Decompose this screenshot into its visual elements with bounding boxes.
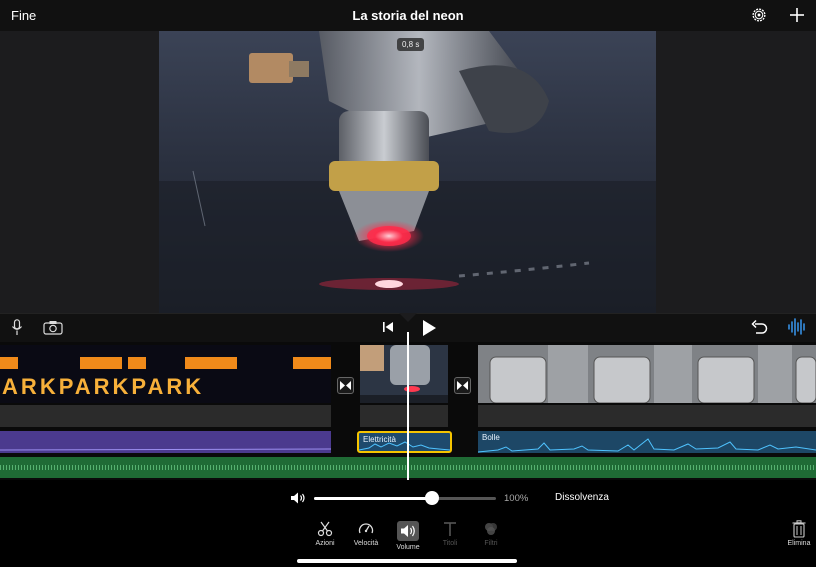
time-badge: 0,8 s: [397, 38, 425, 51]
video-clip-machines[interactable]: [478, 345, 816, 403]
home-indicator: [297, 559, 517, 563]
gear-icon[interactable]: [750, 6, 768, 24]
viewer: [0, 31, 816, 313]
playhead[interactable]: [407, 332, 409, 480]
project-title: La storia del neon: [352, 8, 464, 23]
volume-percent: 100%: [504, 493, 529, 504]
video-clip-park[interactable]: PARKPARKPARK: [0, 345, 331, 403]
transition-button[interactable]: [337, 377, 354, 394]
filters-icon: [485, 523, 497, 535]
audio-clip-elettricita[interactable]: Elettricità: [357, 431, 452, 453]
machines-thumbnail: [478, 345, 816, 403]
playhead-notch: [399, 313, 417, 322]
transition-icon: [340, 381, 351, 390]
tool-label: Filtri: [484, 540, 498, 547]
tool-label: Titoli: [442, 540, 458, 547]
delete-button[interactable]: Elimina: [786, 520, 812, 547]
tool-label: Velocità: [353, 540, 379, 547]
clip-filler: [360, 405, 448, 427]
fade-button[interactable]: Dissolvenza: [555, 492, 609, 503]
speedometer-icon: [358, 523, 374, 534]
audio-waveform: [359, 441, 450, 451]
camera-icon[interactable]: [43, 320, 63, 335]
laser-thumbnail: [360, 345, 448, 403]
tool-titles[interactable]: Titoli: [432, 521, 468, 547]
park-sign-text: PARKPARKPARK: [0, 374, 204, 399]
tool-volume[interactable]: Volume: [390, 521, 426, 551]
tool-label: Azioni: [315, 540, 335, 547]
volume-slider-knob[interactable]: [425, 491, 440, 505]
clip-filler: [478, 405, 816, 427]
video-preview: [159, 31, 656, 313]
transition-button[interactable]: [454, 377, 471, 394]
audio-waveform: [0, 448, 332, 451]
tool-speed[interactable]: Velocità: [348, 521, 384, 547]
clip-filler: [0, 405, 331, 427]
scissors-icon: [317, 521, 333, 537]
audio-clip-park[interactable]: [0, 431, 332, 453]
play-icon[interactable]: [421, 319, 437, 337]
speaker-icon: [397, 521, 419, 541]
audio-waveform-icon[interactable]: [787, 318, 807, 336]
trash-icon: [792, 520, 806, 538]
text-icon: [444, 522, 456, 536]
audio-waveform: [478, 438, 816, 453]
audio-clip-bolle[interactable]: Bolle: [478, 431, 816, 453]
park-sign-thumbnail: PARKPARKPARK: [0, 345, 331, 403]
skip-to-start-icon[interactable]: [382, 321, 394, 333]
imovie-editor: Fine La storia del neon 0,8 s PARKPARKPA…: [0, 0, 816, 567]
volume-slider-fill: [314, 497, 433, 500]
video-clip-laser[interactable]: [360, 345, 448, 403]
microphone-icon[interactable]: [11, 319, 23, 336]
undo-icon[interactable]: [750, 319, 768, 335]
tool-label: Volume: [396, 544, 420, 551]
tool-filters[interactable]: Filtri: [473, 521, 509, 547]
tool-actions[interactable]: Azioni: [307, 521, 343, 547]
laser-cutter-image: [159, 31, 656, 313]
speaker-icon: [291, 492, 305, 504]
add-media-icon[interactable]: [788, 6, 806, 24]
delete-label: Elimina: [787, 540, 811, 547]
transition-icon: [457, 381, 468, 390]
